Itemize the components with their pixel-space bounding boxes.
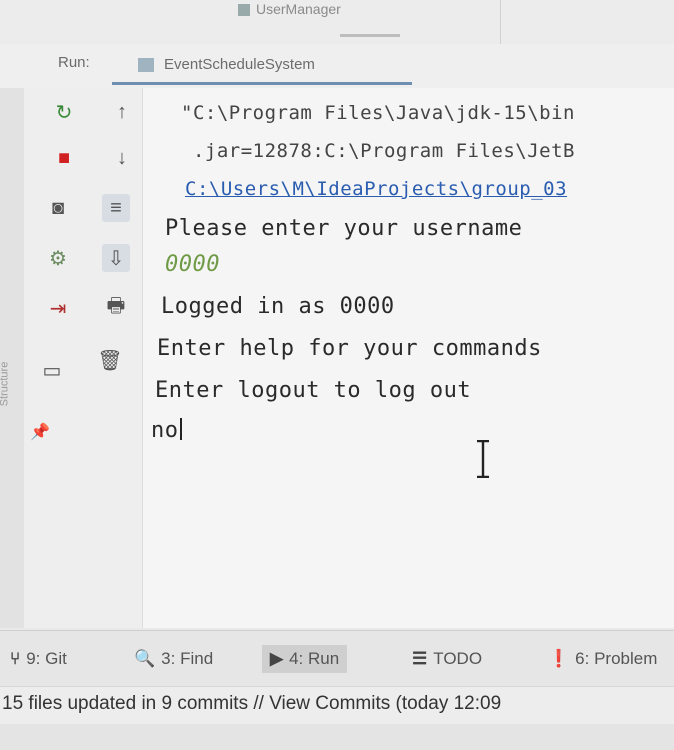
run-label-bottom: 4: Run bbox=[289, 649, 340, 668]
editor-tab-strip: UserManager bbox=[0, 0, 674, 45]
problems-tool-button[interactable]: ❗ 6: Problem bbox=[548, 645, 657, 673]
console-line-prompt: Please enter your username bbox=[165, 216, 523, 241]
tool-window-bar: ⑂ 9: Git 🔍 3: Find ▶ 4: Run ☰ TODO ❗ 6: Probl… bbox=[0, 630, 674, 687]
trash-icon[interactable]: 🗑 bbox=[96, 346, 124, 374]
status-message[interactable]: 15 files updated in 9 commits // View Co… bbox=[2, 693, 501, 715]
console-link-path[interactable]: C:\Users\M\IdeaProjects\group_03 bbox=[185, 178, 567, 200]
run-config-label: EventScheduleSystem bbox=[164, 56, 315, 73]
find-label: 3: Find bbox=[161, 649, 214, 668]
screen-bezel bbox=[0, 724, 674, 750]
debug-icon[interactable]: ⚙ bbox=[44, 244, 72, 272]
text-caret bbox=[179, 418, 182, 440]
status-bar: 15 files updated in 9 commits // View Co… bbox=[0, 686, 674, 725]
git-icon: ⑂ bbox=[10, 649, 21, 668]
pin-icon[interactable]: 📌 bbox=[26, 418, 54, 446]
stop-icon[interactable]: ■ bbox=[50, 144, 78, 172]
run-tool-window-header: Run: EventScheduleSystem bbox=[0, 44, 674, 89]
active-tab-underline bbox=[112, 82, 412, 85]
run-tool-button[interactable]: ▶ 4: Run bbox=[262, 645, 348, 673]
console-user-input: 0000 bbox=[165, 252, 220, 277]
run-config-icon bbox=[138, 58, 154, 73]
editor-tab-label: UserManager bbox=[256, 1, 341, 17]
divider bbox=[500, 0, 501, 44]
run-toolbar: ↻ ↑ ■ ↓ ◙ ≡ ⚙ ⇩ ⇥ 🖶 ▭ 🗑 📌 bbox=[24, 88, 143, 628]
left-gutter: Structure bbox=[0, 88, 24, 628]
git-tool-button[interactable]: ⑂ 9: Git bbox=[10, 645, 67, 673]
console-line-command: "C:\Program Files\Java\jdk-15\bin bbox=[181, 102, 575, 124]
structure-side-tab[interactable]: Structure bbox=[0, 362, 10, 407]
todo-label: TODO bbox=[433, 649, 483, 668]
rerun-icon[interactable]: ↻ bbox=[50, 98, 78, 126]
console-line-jar: .jar=12878:C:\Program Files\JetB bbox=[181, 140, 575, 162]
up-arrow-icon[interactable]: ↑ bbox=[108, 98, 136, 126]
console-output[interactable]: "C:\Program Files\Java\jdk-15\bin .jar=1… bbox=[143, 88, 674, 628]
print-icon[interactable]: 🖶 bbox=[102, 294, 130, 322]
search-icon: 🔍 bbox=[134, 649, 156, 668]
git-label: 9: Git bbox=[26, 649, 67, 668]
console-line-help: Enter help for your commands bbox=[157, 336, 542, 361]
exit-icon[interactable]: ⇥ bbox=[44, 294, 72, 322]
class-file-icon bbox=[238, 4, 250, 17]
editor-tab[interactable]: UserManager bbox=[238, 0, 408, 20]
todo-icon: ☰ bbox=[412, 649, 428, 668]
console-line-logout: Enter logout to log out bbox=[155, 378, 472, 403]
layout-icon[interactable]: ▭ bbox=[38, 356, 66, 384]
console-line-logged-in: Logged in as 0000 bbox=[161, 294, 395, 319]
console-typed-text: no bbox=[151, 418, 179, 443]
find-tool-button[interactable]: 🔍 3: Find bbox=[134, 645, 213, 673]
camera-icon[interactable]: ◙ bbox=[44, 194, 72, 222]
scroll-to-end-icon[interactable]: ⇩ bbox=[102, 244, 130, 272]
run-label: Run: bbox=[58, 54, 90, 71]
down-arrow-icon[interactable]: ↓ bbox=[108, 144, 136, 172]
run-config-tab[interactable]: EventScheduleSystem bbox=[116, 52, 416, 86]
console-input-line[interactable]: no bbox=[151, 418, 182, 443]
todo-tool-button[interactable]: ☰ TODO bbox=[412, 645, 482, 673]
problems-icon: ❗ bbox=[548, 649, 570, 668]
tab-indicator bbox=[340, 34, 400, 37]
ibeam-cursor-icon bbox=[477, 440, 489, 478]
problems-label: 6: Problem bbox=[575, 649, 658, 668]
run-icon: ▶ bbox=[270, 649, 284, 668]
soft-wrap-icon[interactable]: ≡ bbox=[102, 194, 130, 222]
